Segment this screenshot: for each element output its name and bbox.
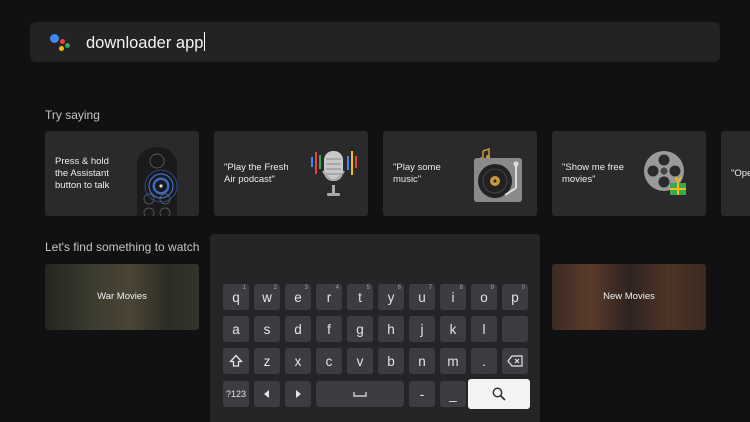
remote-icon bbox=[137, 147, 178, 216]
key-s[interactable]: s bbox=[254, 316, 280, 342]
watch-heading: Let's find something to watch bbox=[45, 240, 200, 254]
key-h[interactable]: h bbox=[378, 316, 404, 342]
suggestion-text-line: "Show me free bbox=[562, 162, 624, 173]
key-r[interactable]: r4 bbox=[316, 284, 342, 310]
key-g[interactable]: g bbox=[347, 316, 373, 342]
suggestion-card-partial[interactable]: "Ope bbox=[721, 131, 750, 216]
on-screen-keyboard: q1 w2 e3 r4 t5 y6 u7 i8 o9 p0 a s d f g … bbox=[210, 234, 540, 422]
search-query: downloader app bbox=[86, 34, 204, 52]
key-t[interactable]: t5 bbox=[347, 284, 373, 310]
key-period[interactable]: . bbox=[471, 348, 497, 374]
suggestion-text-line: button to talk bbox=[55, 180, 110, 191]
cursor-right-key[interactable] bbox=[285, 381, 311, 407]
key-v[interactable]: v bbox=[347, 348, 373, 374]
key-k[interactable]: k bbox=[440, 316, 466, 342]
key-m[interactable]: m bbox=[440, 348, 466, 374]
key-number-hint: 5 bbox=[366, 285, 370, 291]
key-q[interactable]: q1 bbox=[223, 284, 249, 310]
space-bar-icon bbox=[353, 392, 367, 397]
key-u[interactable]: u7 bbox=[409, 284, 435, 310]
key-number-hint: 3 bbox=[304, 285, 308, 291]
key-c[interactable]: c bbox=[316, 348, 342, 374]
google-assistant-icon bbox=[50, 34, 70, 52]
suggestion-card-music[interactable]: "Play some music" bbox=[383, 131, 537, 216]
key-label: i bbox=[451, 289, 455, 305]
backspace-icon bbox=[507, 355, 523, 367]
key-label: t bbox=[358, 289, 362, 305]
key-number-hint: 8 bbox=[459, 285, 463, 291]
key-label: o bbox=[480, 289, 488, 305]
suggestion-card-press-hold[interactable]: Press & hold the Assistant button to tal… bbox=[45, 131, 199, 216]
key-w[interactable]: w2 bbox=[254, 284, 280, 310]
key-number-hint: 2 bbox=[273, 285, 277, 291]
watch-card-label: New Movies bbox=[603, 291, 655, 302]
search-icon bbox=[492, 387, 506, 401]
key-underscore[interactable]: _ bbox=[440, 381, 466, 407]
watch-card-label: War Movies bbox=[97, 291, 147, 302]
symbols-key[interactable]: ?123 bbox=[223, 381, 249, 407]
key-number-hint: 7 bbox=[428, 285, 432, 291]
key-z[interactable]: z bbox=[254, 348, 280, 374]
suggestion-card-free-movies[interactable]: "Show me free movies" bbox=[552, 131, 706, 216]
backspace-key[interactable] bbox=[502, 348, 528, 374]
key-o[interactable]: o9 bbox=[471, 284, 497, 310]
search-submit-key[interactable] bbox=[468, 379, 530, 409]
key-label: e bbox=[294, 289, 302, 305]
suggestion-text-line: the Assistant bbox=[55, 168, 109, 179]
key-number-hint: 1 bbox=[242, 285, 246, 291]
space-key[interactable] bbox=[316, 381, 404, 407]
watch-card-war-movies[interactable]: War Movies bbox=[45, 264, 199, 330]
film-reel-icon bbox=[644, 151, 686, 195]
suggestion-card-podcast[interactable]: "Play the Fresh Air podcast" bbox=[214, 131, 368, 216]
suggestion-text-line: Press & hold bbox=[55, 156, 109, 167]
key-label: u bbox=[418, 289, 426, 305]
key-blank[interactable] bbox=[502, 316, 528, 342]
key-p[interactable]: p0 bbox=[502, 284, 528, 310]
suggestion-text-line: movies" bbox=[562, 174, 596, 185]
turntable-icon bbox=[474, 147, 522, 202]
key-label: w bbox=[262, 289, 272, 305]
key-number-hint: 0 bbox=[521, 285, 525, 291]
key-x[interactable]: x bbox=[285, 348, 311, 374]
key-j[interactable]: j bbox=[409, 316, 435, 342]
key-label: y bbox=[387, 289, 395, 305]
key-i[interactable]: i8 bbox=[440, 284, 466, 310]
key-y[interactable]: y6 bbox=[378, 284, 404, 310]
shift-arrow-icon bbox=[229, 354, 243, 367]
text-caret bbox=[204, 32, 206, 51]
suggestion-text-line: "Play some bbox=[393, 162, 441, 173]
suggestion-text-line: "Play the Fresh bbox=[224, 162, 289, 173]
shift-key[interactable] bbox=[223, 348, 249, 374]
search-input[interactable]: downloader app bbox=[86, 32, 206, 53]
microphone-icon bbox=[311, 151, 357, 196]
key-label: q bbox=[232, 289, 240, 305]
key-n[interactable]: n bbox=[409, 348, 435, 374]
key-dash[interactable]: - bbox=[409, 381, 435, 407]
key-label: r bbox=[326, 289, 332, 305]
arrow-right-icon bbox=[296, 390, 301, 398]
key-number-hint: 9 bbox=[490, 285, 494, 291]
try-saying-heading: Try saying bbox=[45, 108, 100, 122]
key-number-hint: 6 bbox=[397, 285, 401, 291]
key-b[interactable]: b bbox=[378, 348, 404, 374]
suggestion-text-line: music" bbox=[393, 174, 422, 185]
key-f[interactable]: f bbox=[316, 316, 342, 342]
suggestion-text-line: "Ope bbox=[731, 168, 750, 179]
key-e[interactable]: e3 bbox=[285, 284, 311, 310]
key-l[interactable]: l bbox=[471, 316, 497, 342]
search-bar[interactable]: downloader app bbox=[30, 22, 720, 62]
key-a[interactable]: a bbox=[223, 316, 249, 342]
watch-card-new-movies[interactable]: New Movies bbox=[552, 264, 706, 330]
arrow-left-icon bbox=[264, 390, 269, 398]
key-label: p bbox=[511, 289, 519, 305]
key-d[interactable]: d bbox=[285, 316, 311, 342]
cursor-left-key[interactable] bbox=[254, 381, 280, 407]
key-number-hint: 4 bbox=[335, 285, 339, 291]
suggestion-text-line: Air podcast" bbox=[224, 174, 275, 185]
